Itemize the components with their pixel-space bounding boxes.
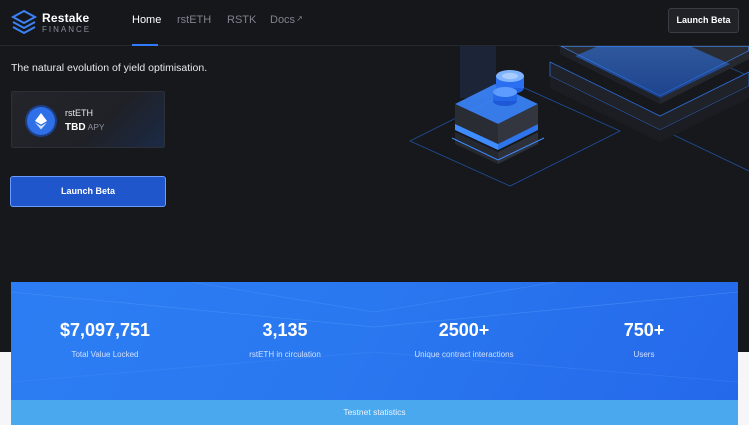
apy-card: rstETH TBD APY (11, 91, 165, 148)
external-link-icon: ↗ (296, 14, 303, 23)
stat-value: $7,097,751 (59, 320, 151, 340)
header-launch-beta-button[interactable]: Launch Beta (668, 8, 739, 33)
nav-item-docs-label: Docs (270, 14, 296, 26)
layered-stack-logo-icon (10, 9, 38, 35)
stat-rsteth-circulation: 3,135 rstETH in circulation (195, 320, 375, 359)
apy-suffix: APY (87, 122, 105, 132)
nav-item-docs[interactable]: Docs↗ (270, 14, 303, 26)
stat-label: Unique contract interactions (414, 350, 514, 359)
brand-subtitle: FINANCE (42, 25, 92, 34)
apy-value: TBD (65, 122, 86, 133)
top-navbar: Restake FINANCE Home rstETH RSTK Docs↗ L… (0, 0, 749, 46)
stat-label: Users (633, 350, 655, 359)
stat-label: Total Value Locked (71, 350, 139, 359)
eth-diamond-icon (35, 113, 47, 130)
stat-value: 750+ (623, 320, 665, 340)
page-gutter-right (738, 352, 749, 425)
testnet-statistics-label: Testnet statistics (11, 400, 738, 425)
hero-launch-beta-button[interactable]: Launch Beta (10, 176, 166, 207)
stat-users: 750+ Users (554, 320, 734, 359)
active-tab-indicator (132, 44, 158, 46)
stat-value: 3,135 (262, 320, 308, 340)
nav-item-home[interactable]: Home (132, 14, 161, 26)
hero-tagline: The natural evolution of yield optimisat… (11, 62, 208, 74)
page-gutter-left (0, 352, 11, 425)
nav-item-rsteth[interactable]: rstETH (177, 14, 211, 26)
brand-name: Restake (42, 11, 90, 25)
nav-item-rstk[interactable]: RSTK (227, 14, 256, 26)
apy-token-name: rstETH (65, 108, 93, 118)
rsteth-token-icon (27, 107, 55, 135)
apy-value-line: TBD APY (65, 122, 105, 133)
stat-value: 2500+ (438, 320, 490, 340)
stat-contract-interactions: 2500+ Unique contract interactions (374, 320, 554, 359)
stat-total-value-locked: $7,097,751 Total Value Locked (15, 320, 195, 359)
stat-label: rstETH in circulation (249, 350, 321, 359)
brand-logo[interactable]: Restake FINANCE (10, 8, 100, 38)
testnet-stats-panel: $7,097,751 Total Value Locked 3,135 rstE… (11, 282, 738, 425)
isometric-coin-stack-illustration (409, 46, 749, 187)
